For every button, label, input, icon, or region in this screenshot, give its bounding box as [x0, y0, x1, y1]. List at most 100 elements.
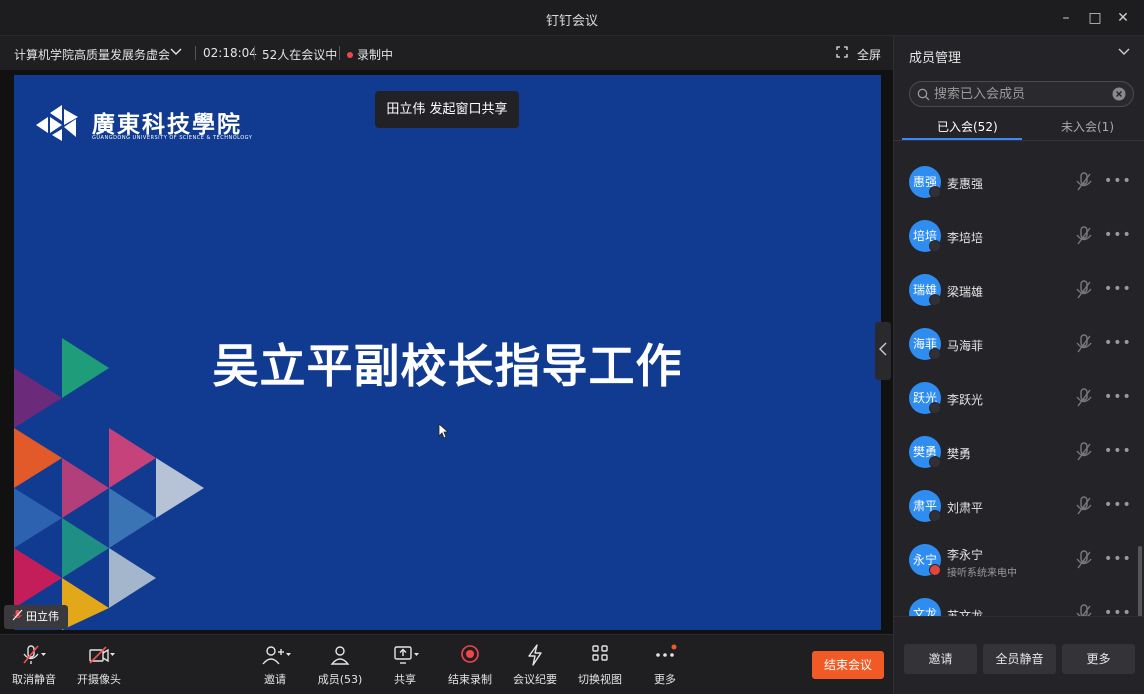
- more-dots-icon[interactable]: •••: [1104, 335, 1132, 351]
- chevron-left-icon: [879, 342, 887, 356]
- mic-badge-icon: [929, 240, 941, 252]
- more-dots-icon[interactable]: •••: [1104, 281, 1132, 297]
- phone-call-badge-icon: [929, 564, 941, 576]
- camera-off-icon: [89, 646, 115, 664]
- invite-button[interactable]: 邀请: [245, 643, 305, 687]
- search-input[interactable]: [934, 86, 1109, 103]
- maximize-button[interactable]: □: [1083, 8, 1107, 28]
- avatar: 文龙: [909, 598, 941, 616]
- decorative-triangles: [14, 338, 204, 630]
- university-logo-text: 廣東科技學院: [92, 111, 242, 138]
- share-screen-icon: [394, 646, 419, 664]
- list-item[interactable]: 樊勇 樊勇 •••: [894, 426, 1144, 480]
- mic-badge-icon: [929, 294, 941, 306]
- recording-status: 录制中: [347, 46, 393, 63]
- mute-all-button[interactable]: 全员静音: [983, 644, 1056, 674]
- list-item[interactable]: 惠强 麦惠强 •••: [894, 156, 1144, 210]
- mic-muted-icon[interactable]: [1074, 171, 1094, 193]
- member-list-scrollbar[interactable]: [1138, 546, 1142, 616]
- mic-badge-icon: [929, 510, 941, 522]
- active-speaker-tag: 田立伟: [4, 605, 68, 629]
- meeting-name[interactable]: 计算机学院高质量发展务虚会: [14, 46, 170, 63]
- window-title: 钉钉会议: [545, 14, 598, 29]
- clear-icon[interactable]: [1112, 87, 1126, 101]
- list-item[interactable]: 海菲 马海菲 •••: [894, 318, 1144, 372]
- member-name: 马海菲: [947, 339, 984, 353]
- switch-view-button[interactable]: 切换视图: [570, 643, 630, 687]
- divider: [195, 46, 196, 60]
- mic-muted-icon[interactable]: [1074, 495, 1094, 517]
- member-name: 梁瑞雄: [947, 285, 984, 299]
- more-dots-icon[interactable]: •••: [1104, 173, 1132, 189]
- mic-badge-icon: [929, 456, 941, 468]
- camera-button[interactable]: 开摄像头: [69, 643, 129, 687]
- unmute-button[interactable]: 取消静音: [4, 643, 64, 687]
- more-button[interactable]: 更多: [635, 643, 695, 687]
- recording-dot-icon: [347, 52, 353, 58]
- more-label: 更多: [654, 673, 676, 686]
- list-item[interactable]: 肃平 刘肃平 •••: [894, 480, 1144, 534]
- mic-muted-icon[interactable]: [1074, 603, 1094, 616]
- fullscreen-button[interactable]: 全屏: [857, 46, 881, 63]
- university-logo-subtitle: GUANGDONG UNIVERSITY OF SCIENCE & TECHNO…: [92, 135, 253, 141]
- list-item[interactable]: 培培 李培培 •••: [894, 210, 1144, 264]
- panel-title: 成员管理: [909, 51, 962, 66]
- mic-muted-icon[interactable]: [1074, 549, 1094, 571]
- meeting-toolbar: 取消静音 开摄像头 邀请 成员(53) 共享 结束录制 会议纪要 切换视图 更多…: [0, 634, 893, 694]
- member-panel: 成员管理 已入会(52) 未入会(1) 惠强 麦惠强 ••• 培: [893, 36, 1144, 694]
- minimize-button[interactable]: –: [1054, 8, 1078, 28]
- meeting-info-bar: 计算机学院高质量发展务虚会 02:18:04 52人在会议中 录制中 全屏: [0, 36, 893, 70]
- more-dots-icon[interactable]: •••: [1104, 551, 1132, 567]
- divider: [254, 46, 255, 60]
- record-icon: [461, 645, 479, 663]
- member-name: 麦惠强: [947, 177, 984, 191]
- more-dots-icon[interactable]: •••: [1104, 497, 1132, 513]
- lightning-icon: [528, 644, 542, 666]
- unmute-label: 取消静音: [12, 673, 56, 686]
- share-button[interactable]: 共享: [375, 643, 435, 687]
- chevron-down-icon[interactable]: [170, 46, 182, 61]
- minutes-button[interactable]: 会议纪要: [505, 643, 565, 687]
- tab-not-joined[interactable]: 未入会(1): [1061, 118, 1114, 135]
- mic-muted-icon[interactable]: [1074, 387, 1094, 409]
- panel-invite-button[interactable]: 邀请: [904, 644, 977, 674]
- list-item[interactable]: 永宁 李永宁 接听系统来电中 •••: [894, 534, 1144, 588]
- stop-record-button[interactable]: 结束录制: [440, 643, 500, 687]
- list-item[interactable]: 跃光 李跃光 •••: [894, 372, 1144, 426]
- university-logo-icon: [36, 105, 78, 141]
- more-dots-icon[interactable]: •••: [1104, 605, 1132, 616]
- end-meeting-button[interactable]: 结束会议: [812, 651, 884, 679]
- panel-more-button[interactable]: 更多: [1062, 644, 1135, 674]
- mic-muted-icon[interactable]: [1074, 225, 1094, 247]
- stop-record-label: 结束录制: [448, 673, 492, 686]
- list-item[interactable]: 瑞雄 梁瑞雄 •••: [894, 264, 1144, 318]
- fullscreen-icon[interactable]: [836, 46, 848, 61]
- add-user-icon: [262, 646, 291, 665]
- mic-muted-icon[interactable]: [1074, 333, 1094, 355]
- member-tabs: 已入会(52) 未入会(1): [894, 114, 1144, 141]
- tab-joined[interactable]: 已入会(52): [937, 118, 998, 135]
- member-list: 惠强 麦惠强 ••• 培培 李培培 ••• 瑞雄 梁瑞雄 ••• 海菲 马海菲 …: [894, 141, 1144, 616]
- meeting-window: 钉钉会议 – □ ✕ 计算机学院高质量发展务虚会 02:18:04 52人在会议…: [0, 0, 1144, 694]
- list-item[interactable]: 文龙 苏文龙 •••: [894, 588, 1144, 616]
- mic-muted-icon[interactable]: [1074, 441, 1094, 463]
- more-dots-icon[interactable]: •••: [1104, 227, 1132, 243]
- member-name: 刘肃平: [947, 501, 984, 515]
- members-button[interactable]: 成员(53): [310, 643, 370, 687]
- cursor-icon: [438, 423, 450, 439]
- members-icon: [330, 646, 350, 665]
- mic-badge-icon: [929, 402, 941, 414]
- collapse-panel-handle[interactable]: [875, 322, 891, 380]
- mic-muted-icon: [23, 645, 46, 664]
- mic-muted-icon: [12, 609, 23, 621]
- more-dots-icon[interactable]: •••: [1104, 443, 1132, 459]
- mic-muted-icon[interactable]: [1074, 279, 1094, 301]
- more-dots-icon[interactable]: •••: [1104, 389, 1132, 405]
- share-notification: 田立伟 发起窗口共享: [375, 91, 519, 128]
- close-button[interactable]: ✕: [1111, 8, 1135, 28]
- shared-slide: 廣東科技學院 GUANGDONG UNIVERSITY OF SCIENCE &…: [14, 75, 881, 630]
- panel-footer: 邀请 全员静音 更多: [894, 616, 1144, 694]
- members-label: 成员(53): [317, 673, 363, 686]
- member-status: 接听系统来电中: [947, 568, 1017, 579]
- chevron-down-icon[interactable]: [1118, 46, 1130, 62]
